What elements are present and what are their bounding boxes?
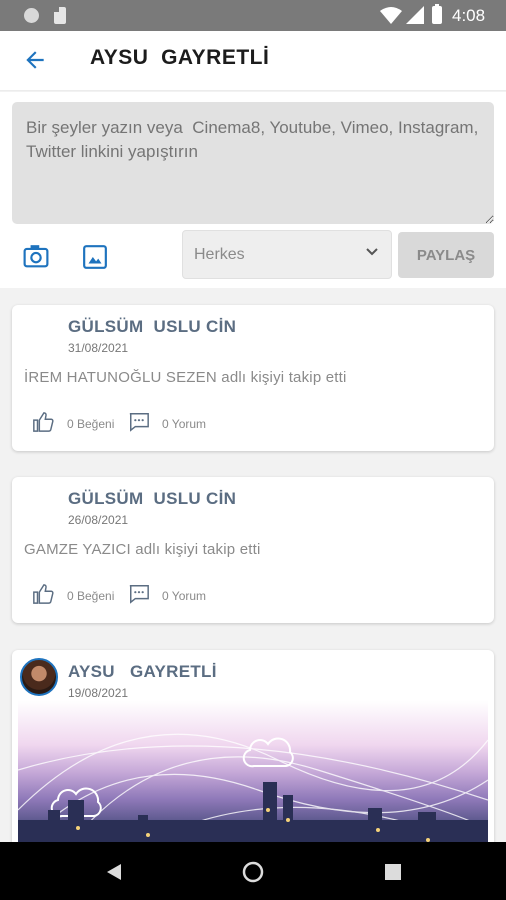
post-author[interactable]: AYSU GAYRETLİ [68,662,217,682]
battery-icon [432,4,442,24]
share-button[interactable]: PAYLAŞ [398,232,494,278]
city-network-illustration [18,733,488,860]
thumbs-up-icon[interactable] [32,411,54,433]
post-date: 26/08/2021 [68,513,129,527]
post-card: GÜLSÜM USLU CİN 26/08/2021 GAMZE YAZICI … [12,477,494,623]
camera-icon[interactable] [23,244,49,268]
audience-value: Herkes [194,246,245,263]
chevron-down-icon [366,248,378,256]
comment-icon[interactable] [128,583,150,605]
sd-card-icon [54,7,66,24]
post-date: 19/08/2021 [68,686,129,700]
avatar[interactable] [20,658,58,696]
post-author[interactable]: GÜLSÜM USLU CİN [68,489,236,509]
status-bar: 4:08 [0,0,506,31]
page-title: AYSU GAYRETLİ [90,46,270,69]
clock: 4:08 [452,6,486,25]
nav-recents-icon[interactable] [382,861,404,883]
signal-icon [406,6,424,24]
post-author[interactable]: GÜLSÜM USLU CİN [68,317,236,337]
post-composer: Herkes PAYLAŞ [0,92,506,288]
app-bar: AYSU GAYRETLİ [0,31,506,91]
comment-icon[interactable] [128,411,150,433]
system-nav-bar [0,842,506,900]
image-icon[interactable] [82,244,108,270]
nav-home-icon[interactable] [242,861,264,883]
comment-count[interactable]: 0 Yorum [162,589,206,603]
thumbs-up-icon[interactable] [32,583,54,605]
comment-count[interactable]: 0 Yorum [162,417,206,431]
post-image[interactable] [18,700,488,860]
post-date: 31/08/2021 [68,341,129,355]
notification-dot-icon [24,8,39,23]
arrow-left-icon[interactable] [22,47,48,73]
post-text: İREM HATUNOĞLU SEZEN adlı kişiyi takip e… [24,369,347,386]
like-count[interactable]: 0 Beğeni [67,589,114,603]
like-count[interactable]: 0 Beğeni [67,417,114,431]
post-input[interactable] [12,102,494,224]
nav-back-icon[interactable] [103,861,125,883]
post-card: GÜLSÜM USLU CİN 31/08/2021 İREM HATUNOĞL… [12,305,494,451]
post-text: GAMZE YAZICI adlı kişiyi takip etti [24,541,261,558]
audience-select[interactable]: Herkes [182,230,392,279]
wifi-icon [380,7,402,24]
